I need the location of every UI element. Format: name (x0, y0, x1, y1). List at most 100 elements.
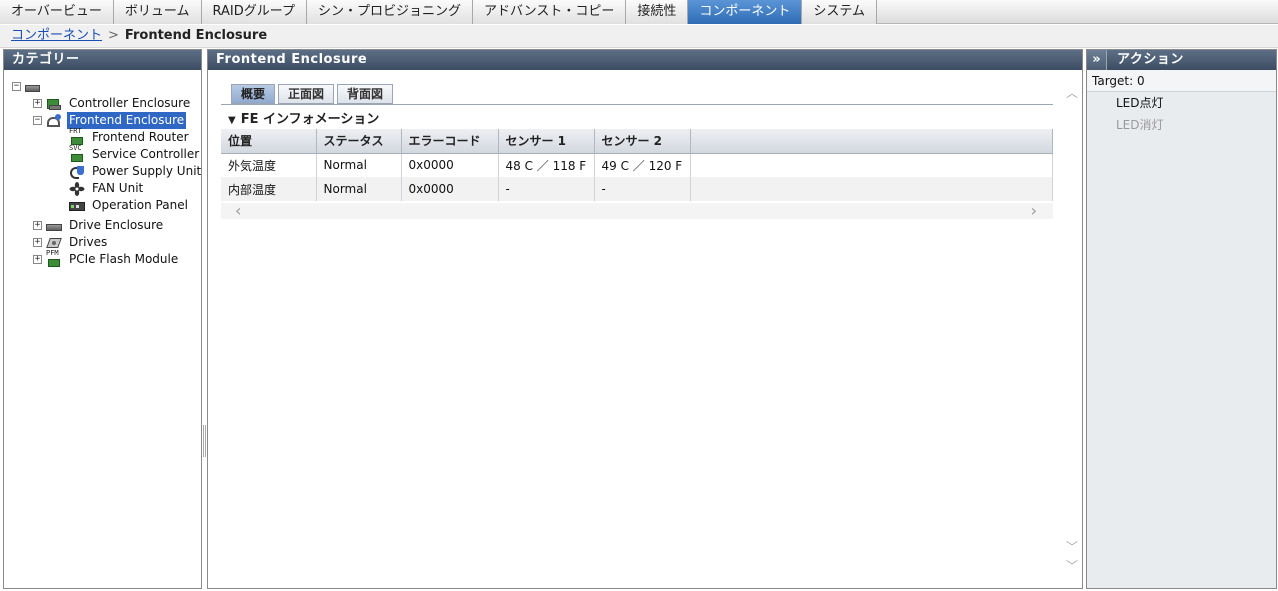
tree-expand-drives[interactable]: + (33, 238, 42, 247)
action-led-off: LED消灯 (1116, 118, 1164, 132)
tree-expand-drive-enclosure[interactable]: + (33, 221, 42, 230)
section-title-text: FE インフォメーション (240, 112, 380, 127)
breadcrumb-current: Frontend Enclosure (124, 28, 268, 43)
pcie-flash-icon: PFM (46, 249, 62, 267)
column-header-position[interactable]: 位置 (221, 129, 317, 154)
column-header-sensor-1[interactable]: センサー 1 (498, 129, 595, 154)
detail-tabs: 概要 正面図 背面図 (231, 84, 394, 104)
cell-sensor-2: 49 C ／ 120 F (594, 153, 691, 177)
column-header-error-code[interactable]: エラーコード (401, 129, 499, 154)
action-panel: » アクション Target: 0 LED点灯 LED消灯 (1086, 49, 1277, 589)
cell-error-code: 0x0000 (401, 177, 499, 201)
breadcrumb-link-component[interactable]: コンポーネント (11, 28, 102, 43)
breadcrumb: コンポーネント > Frontend Enclosure (0, 25, 1278, 48)
cell-sensor-2: - (594, 177, 691, 201)
frontend-router-icon: FRT (69, 127, 85, 145)
collapse-triangle-icon[interactable]: ▼ (228, 115, 236, 126)
target-indicator: Target: 0 (1087, 70, 1276, 92)
tree-label-drive-enclosure[interactable]: Drive Enclosure (67, 217, 165, 234)
section-fe-information[interactable]: ▼ FE インフォメーション (228, 108, 379, 127)
operation-panel-icon (69, 199, 85, 213)
cell-position: 内部温度 (221, 177, 317, 201)
tab-front-view[interactable]: 正面図 (278, 84, 335, 104)
frontend-enclosure-icon (46, 113, 62, 128)
panel-splitter-grip[interactable] (203, 425, 206, 457)
column-header-status[interactable]: ステータス (316, 129, 402, 154)
tree-label-frontend-router[interactable]: Frontend Router (90, 129, 191, 146)
tree-label-fan-unit[interactable]: FAN Unit (90, 180, 145, 197)
storage-system-icon[interactable] (25, 85, 40, 92)
tree-item-fan-unit: FAN Unit (69, 180, 145, 197)
controller-enclosure-icon (46, 97, 62, 111)
column-header-filler (690, 129, 1053, 154)
main-panel: Frontend Enclosure 概要 正面図 背面図 ▼ FE インフォメー… (207, 49, 1083, 589)
tab-advanced-copy[interactable]: アドバンスト・コピー (472, 0, 627, 24)
target-label: Target: (1092, 74, 1134, 88)
scroll-left-icon[interactable]: ‹ (235, 203, 241, 219)
tab-component[interactable]: コンポーネント (688, 0, 803, 24)
tree-root: − (12, 78, 45, 95)
scroll-down-icon[interactable]: ﹀ (1066, 538, 1078, 555)
fe-info-table: 位置 ステータス エラーコード センサー 1 センサー 2 外気温度 Norma… (221, 129, 1053, 201)
tree-item-pcie-flash-module: + PFM PCIe Flash Module (33, 249, 180, 268)
category-panel-title: カテゴリー (4, 50, 201, 70)
tab-summary[interactable]: 概要 (231, 84, 276, 104)
power-supply-icon (69, 165, 85, 179)
action-panel-title: アクション (1117, 52, 1184, 67)
scroll-right-icon[interactable]: › (1031, 203, 1037, 219)
breadcrumb-separator: > (108, 28, 119, 43)
table-horizontal-scrollbar[interactable]: ‹ › (221, 203, 1053, 219)
main-panel-title: Frontend Enclosure (208, 50, 1082, 70)
tree-item-drive-enclosure: + Drive Enclosure (33, 217, 165, 234)
tree-item-operation-panel: Operation Panel (69, 197, 190, 214)
tree-expand-controller-enclosure[interactable]: + (33, 99, 42, 108)
table-row[interactable]: 外気温度 Normal 0x0000 48 C ／ 118 F 49 C ／ 1… (221, 153, 1053, 177)
collapse-panel-icon[interactable]: » (1087, 50, 1107, 70)
action-panel-header: » アクション (1087, 50, 1276, 70)
cell-status: Normal (316, 153, 402, 177)
service-controller-icon: SVC (69, 144, 85, 162)
tree-expand-pcie-flash-module[interactable]: + (33, 255, 42, 264)
tree-label-operation-panel[interactable]: Operation Panel (90, 197, 190, 214)
tree-label-pcie-flash-module[interactable]: PCIe Flash Module (67, 251, 180, 268)
tab-rear-view[interactable]: 背面図 (337, 84, 394, 104)
cell-error-code: 0x0000 (401, 153, 499, 177)
table-header-row: 位置 ステータス エラーコード センサー 1 センサー 2 (221, 129, 1053, 154)
tree-collapse-frontend-enclosure[interactable]: − (33, 116, 42, 125)
cell-filler (690, 153, 1053, 177)
tab-volume[interactable]: ボリューム (113, 0, 202, 24)
top-tab-bar: オーバービュー ボリューム RAIDグループ シン・プロビジョニング アドバンス… (0, 0, 1278, 24)
tree-label-frontend-enclosure[interactable]: Frontend Enclosure (67, 112, 187, 129)
tree-item-controller-enclosure: + Controller Enclosure (33, 95, 192, 112)
tree-item-drives: + Drives (33, 234, 109, 251)
drive-enclosure-icon (46, 224, 62, 231)
tree-label-service-controller[interactable]: Service Controller (90, 146, 201, 163)
tree-item-frontend-router: FRT Frontend Router (69, 127, 191, 146)
action-led-on[interactable]: LED点灯 (1087, 92, 1276, 114)
cell-status: Normal (316, 177, 402, 201)
tree-root-collapse[interactable]: − (12, 82, 21, 91)
scroll-up-icon[interactable]: ︿ (1066, 84, 1078, 101)
cell-filler (690, 177, 1053, 201)
scroll-down-end-icon[interactable]: ﹀ (1066, 557, 1078, 574)
table-row[interactable]: 内部温度 Normal 0x0000 - - (221, 177, 1053, 201)
column-header-sensor-2[interactable]: センサー 2 (594, 129, 691, 154)
tab-raid-group[interactable]: RAIDグループ (201, 0, 307, 24)
app-window: オーバービュー ボリューム RAIDグループ シン・プロビジョニング アドバンス… (0, 0, 1278, 591)
tree-label-drives[interactable]: Drives (67, 234, 109, 251)
cell-sensor-1: - (498, 177, 595, 201)
drive-icon (46, 236, 62, 250)
cell-sensor-1: 48 C ／ 118 F (498, 153, 595, 177)
tab-underline (221, 104, 1053, 105)
target-value: 0 (1137, 74, 1145, 88)
tree-label-power-supply-unit[interactable]: Power Supply Unit (90, 163, 203, 180)
tree-label-controller-enclosure[interactable]: Controller Enclosure (67, 95, 192, 112)
cell-position: 外気温度 (221, 153, 317, 177)
tree-item-service-controller: SVC Service Controller (69, 144, 201, 163)
tab-connectivity[interactable]: 接続性 (626, 0, 689, 24)
tree-item-frontend-enclosure: − Frontend Enclosure (33, 112, 187, 129)
category-panel: カテゴリー − + Controller Enclosure − Fronten… (3, 49, 202, 589)
tab-system[interactable]: システム (802, 0, 878, 24)
tab-overview[interactable]: オーバービュー (0, 0, 114, 24)
tab-thin-provisioning[interactable]: シン・プロビジョニング (306, 0, 473, 24)
